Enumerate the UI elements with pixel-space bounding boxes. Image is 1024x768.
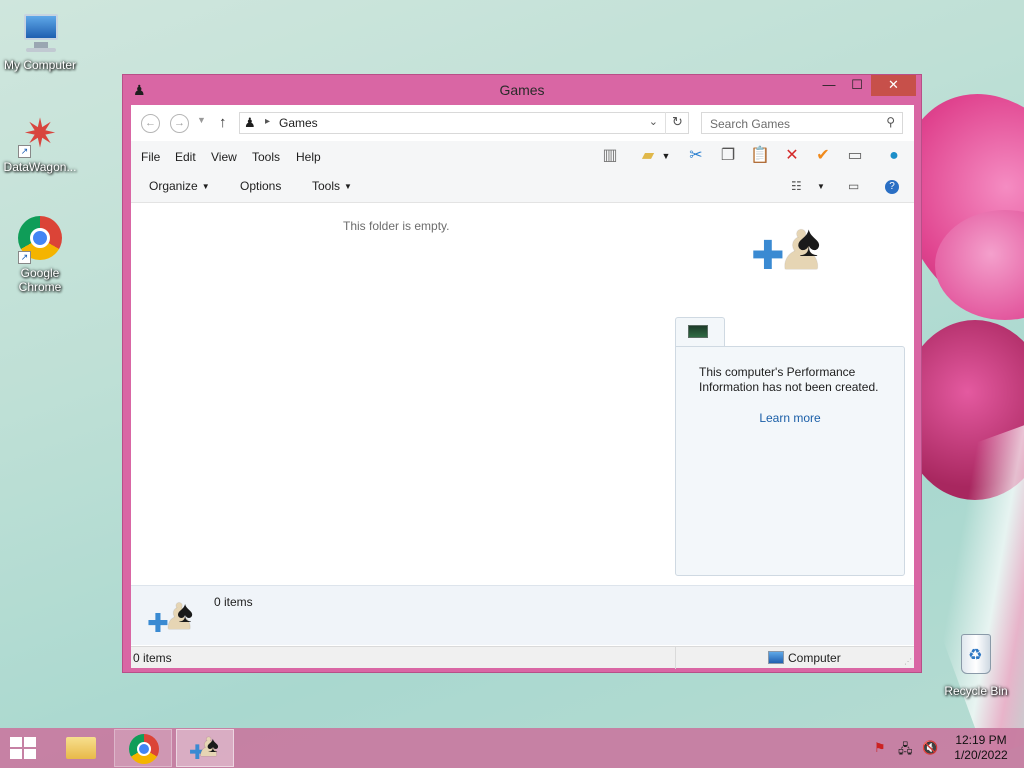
status-divider [675,647,676,669]
games-logo-icon: ✚ ♟ ♠ [189,732,221,764]
shortcut-arrow-icon: ↗ [18,251,31,264]
layout-icon[interactable]: ▥ [597,145,623,167]
desktop-icon-label: DataWagon... [3,160,77,174]
computer-icon [768,651,784,664]
performance-tab[interactable] [675,317,725,347]
clock-time: 12:19 PM [955,733,1007,747]
menu-tools[interactable]: Tools [252,150,280,164]
taskbar-file-explorer[interactable] [52,729,110,767]
address-dropdown-icon[interactable]: ⌄ [649,115,658,128]
games-chess-icon: ♟ [244,115,256,130]
title-bar[interactable]: ♟ Games — ☐ ✕ [123,75,921,105]
search-input[interactable]: Search Games ⚲ [701,112,903,134]
menu-bar: File Edit View Tools Help ▥ ▰ ▼ ✂ ❐ 📋 ✕ … [131,141,914,171]
desktop-icon-recycle-bin[interactable]: Recycle Bin [936,630,1016,698]
paste-icon[interactable]: 📋 [747,145,773,167]
performance-panel: This computer's Performance Information … [675,346,905,576]
address-bar[interactable]: ♟ ▸ Games ⌄ [239,112,689,134]
forward-button[interactable]: → [170,114,189,133]
back-button[interactable]: ← [141,114,160,133]
menu-file[interactable]: File [141,150,160,164]
menu-edit[interactable]: Edit [175,150,196,164]
chevron-down-icon[interactable]: ▼ [817,182,825,191]
options-button[interactable]: Options [240,179,281,193]
search-icon[interactable]: ⚲ [886,115,895,129]
globe-icon[interactable]: ● [881,145,907,167]
close-button[interactable]: ✕ [871,75,916,96]
chevron-down-icon: ▼ [201,182,210,191]
desktop-icon-label: Recycle Bin [944,684,1008,698]
performance-monitor-icon [688,325,708,338]
tools-label: Tools [312,179,341,193]
menu-view[interactable]: View [211,150,237,164]
tools-button[interactable]: Tools ▼ [312,179,352,193]
recycle-bin-icon [952,634,1000,682]
dropdown-chevron-icon[interactable]: ▼ [659,145,673,167]
copy-icon[interactable]: ❐ [715,145,741,167]
chrome-icon [129,734,159,764]
desktop-icon-datawagon[interactable]: ✷ ↗ DataWagon... [0,110,80,174]
view-options-icon[interactable]: ☷ [791,179,802,193]
status-location: Computer [788,651,841,665]
folder-options-icon[interactable]: ▰ [635,145,661,167]
action-center-flag-icon[interactable]: ⚑ [874,740,886,756]
details-item-count: 0 items [214,595,253,609]
breadcrumb-chevron-icon[interactable]: ▸ [265,116,270,127]
maximize-button[interactable]: ☐ [843,75,871,96]
delete-icon[interactable]: ✕ [779,145,805,167]
taskbar: ✚ ♟ ♠ ⚑ 🖧 🔇 12:19 PM 1/20/2022 [0,728,1024,768]
desktop-icon-my-computer[interactable]: My Computer [0,8,80,72]
breadcrumb-games[interactable]: Games [279,116,318,130]
games-logo-icon: ✚ ♟ ♠ [751,217,826,281]
checkmark-icon[interactable]: ✔ [810,145,836,167]
refresh-icon[interactable]: ↻ [665,112,689,134]
taskbar-games[interactable]: ✚ ♟ ♠ [176,729,234,767]
window-body: ← → ▼ ↑ ♟ ▸ Games ⌄ ↻ Search Games ⚲ Fil… [131,105,914,669]
details-pane: ✚ ♟ ♠ 0 items [131,585,914,645]
games-window: ♟ Games — ☐ ✕ ← → ▼ ↑ ♟ ▸ Games ⌄ ↻ Sear… [122,74,922,673]
games-logo-icon: ✚ ♟ ♠ [147,596,196,638]
start-button[interactable] [10,737,38,759]
cut-icon[interactable]: ✂ [683,145,709,167]
preview-pane-icon[interactable]: ▭ [848,179,859,193]
help-icon[interactable]: ? [885,180,899,194]
desktop-icon-google-chrome[interactable]: ↗ Google Chrome [0,214,80,294]
organize-button[interactable]: Organize ▼ [149,179,210,193]
shortcut-arrow-icon: ↗ [18,145,31,158]
empty-folder-message: This folder is empty. [343,219,450,233]
rename-icon[interactable]: ▭ [842,145,868,167]
star-icon: ✷ ↗ [16,110,64,158]
performance-message: This computer's Performance Information … [699,365,879,394]
volume-muted-icon[interactable]: 🔇 [922,740,938,756]
folder-icon [66,737,96,759]
menu-help[interactable]: Help [296,150,321,164]
resize-grip-icon[interactable]: ⋰ [904,657,912,666]
desktop-icon-label: Google Chrome [18,266,62,294]
organize-label: Organize [149,179,198,193]
minimize-button[interactable]: — [815,75,843,96]
computer-icon [16,8,64,56]
search-placeholder: Search Games [710,117,791,131]
clock-date: 1/20/2022 [954,748,1008,762]
desktop-icon-label: My Computer [3,58,77,72]
file-list-area[interactable]: This folder is empty. ✚ ♟ ♠ This compute… [131,203,914,585]
taskbar-chrome[interactable] [114,729,172,767]
command-bar: Organize ▼ Options Tools ▼ ☷ ▼ ▭ ? [131,171,914,203]
recent-locations-chevron-icon[interactable]: ▼ [197,115,206,125]
system-clock[interactable]: 12:19 PM 1/20/2022 [946,733,1016,763]
address-row: ← → ▼ ↑ ♟ ▸ Games ⌄ ↻ Search Games ⚲ [131,105,914,141]
network-icon[interactable]: 🖧 [898,740,913,762]
window-title: Games [499,82,545,98]
status-item-count: 0 items [133,651,172,665]
chrome-icon: ↗ [16,216,64,264]
status-bar: 0 items Computer ⋰ [131,646,914,669]
up-arrow-icon[interactable]: ↑ [219,114,227,131]
learn-more-link[interactable]: Learn more [676,411,904,425]
chevron-down-icon: ▼ [344,182,352,191]
